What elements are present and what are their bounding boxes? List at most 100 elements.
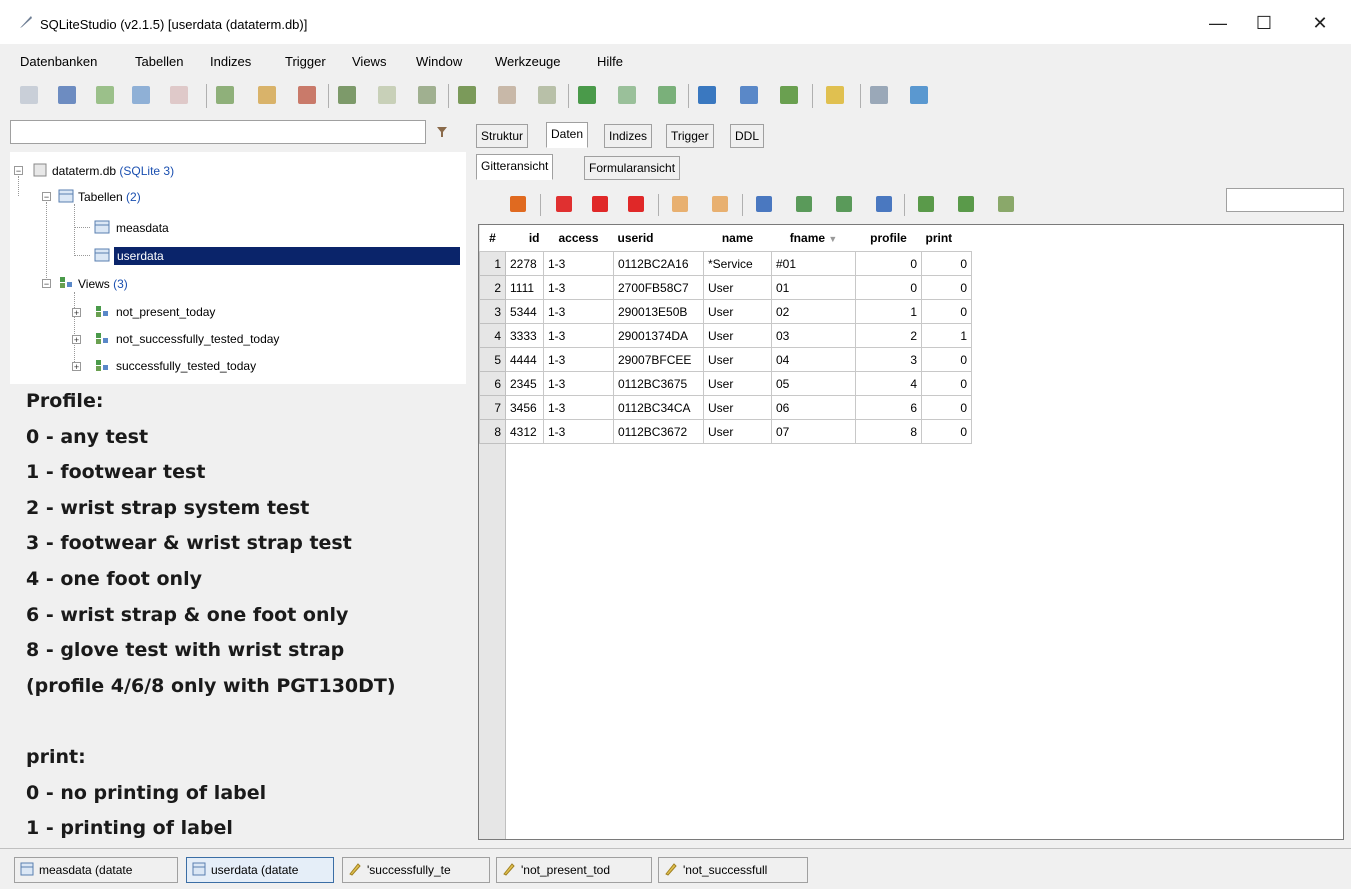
cell-print[interactable]: 0 [921,275,972,300]
cell-name[interactable]: User [703,275,772,300]
cell-fname[interactable]: #01 [771,251,856,276]
cell-name[interactable]: User [703,299,772,324]
modify-table-icon[interactable] [258,86,276,104]
cell-fname[interactable]: 01 [771,275,856,300]
cell-userid[interactable]: 29001374DA [613,323,704,348]
cell-fname[interactable]: 05 [771,371,856,396]
table-row[interactable]: 2 1111 1-3 2700FB58C7 User 01 0 0 [479,275,972,300]
tree-database-node[interactable]: dataterm.db (SQLite 3) [52,164,174,178]
drop-view-icon[interactable] [658,86,676,104]
table-row[interactable]: 5 4444 1-3 29007BFCEE User 04 3 0 [479,347,972,372]
cell-userid[interactable]: 0112BC3672 [613,419,704,444]
column-header-print[interactable]: print [921,225,972,252]
menu-indizes[interactable]: Indizes [210,54,251,69]
tree-view-successfully-tested-today[interactable]: successfully_tested_today [116,359,256,373]
window-list-icon[interactable] [740,86,758,104]
config-icon[interactable] [826,86,844,104]
first-page-icon[interactable] [756,196,772,212]
rollback-icon[interactable] [712,196,728,212]
cell-userid[interactable]: 290013E50B [613,299,704,324]
menu-werkzeuge[interactable]: Werkzeuge [495,54,561,69]
cell-name[interactable]: *Service [703,251,772,276]
cell-print[interactable]: 1 [921,323,972,348]
cell-userid[interactable]: 29007BFCEE [613,347,704,372]
tab-indizes[interactable]: Indizes [604,124,653,148]
cell-print[interactable]: 0 [921,347,972,372]
connect-db-icon[interactable] [20,86,38,104]
task-not-present[interactable]: 'not_present_tod [496,857,652,883]
column-header-name[interactable]: name [703,225,772,252]
filter-clear-icon[interactable] [434,124,450,140]
last-page-icon[interactable] [876,196,892,212]
expand-view-icon[interactable]: + [72,362,81,372]
cell-access[interactable]: 1-3 [543,299,614,324]
tab-ddl[interactable]: DDL [730,124,765,148]
cell-profile[interactable]: 0 [855,275,922,300]
cell-fname[interactable]: 07 [771,419,856,444]
add-row-icon[interactable] [592,196,608,212]
table-row[interactable]: 1 2278 1-3 0112BC2A16 *Service #01 0 0 [479,251,972,276]
cell-id[interactable]: 2278 [505,251,544,276]
cell-id[interactable]: 4444 [505,347,544,372]
expand-view-icon[interactable]: + [72,308,81,318]
tree-filter-input[interactable] [10,120,426,144]
edit-table-icon[interactable] [132,86,150,104]
refresh-icon[interactable] [510,196,526,212]
cell-access[interactable]: 1-3 [543,419,614,444]
cell-print[interactable]: 0 [921,395,972,420]
grid-filter-input[interactable] [1226,188,1344,212]
cell-name[interactable]: User [703,419,772,444]
export-icon[interactable] [780,86,798,104]
table-row[interactable]: 7 3456 1-3 0112BC34CA User 06 6 0 [479,395,972,420]
edit-trigger-icon[interactable] [498,86,516,104]
column-header-rownum[interactable]: # [479,225,506,252]
cell-id[interactable]: 2345 [505,371,544,396]
delete-table-icon[interactable] [170,86,188,104]
cell-userid[interactable]: 2700FB58C7 [613,275,704,300]
edit-view-icon[interactable] [618,86,636,104]
collapse-views-icon[interactable]: − [42,279,51,289]
cell-access[interactable]: 1-3 [543,395,614,420]
cell-name[interactable]: User [703,395,772,420]
cell-print[interactable]: 0 [921,419,972,444]
cell-userid[interactable]: 0112BC3675 [613,371,704,396]
cell-profile[interactable]: 6 [855,395,922,420]
minimize-button[interactable]: — [1195,8,1241,38]
column-header-fname[interactable]: fname ▼ [771,225,856,252]
insert-row-icon[interactable] [556,196,572,212]
tab-gitteransicht[interactable]: Gitteransicht [476,154,554,180]
column-header-userid[interactable]: userid [613,225,704,252]
table-row[interactable]: 4 3333 1-3 29001374DA User 03 2 1 [479,323,972,348]
cell-userid[interactable]: 0112BC34CA [613,395,704,420]
cell-fname[interactable]: 03 [771,323,856,348]
cell-name[interactable]: User [703,347,772,372]
clear-filter-icon[interactable] [958,196,974,212]
new-index-icon[interactable] [338,86,356,104]
previous-page-icon[interactable] [796,196,812,212]
cell-id[interactable]: 4312 [505,419,544,444]
drop-table-icon[interactable] [298,86,316,104]
menu-views[interactable]: Views [352,54,386,69]
tree-tables-node[interactable]: Tabellen (2) [78,190,141,204]
cell-id[interactable]: 1111 [505,275,544,300]
cell-print[interactable]: 0 [921,251,972,276]
cell-fname[interactable]: 04 [771,347,856,372]
menu-datenbanken[interactable]: Datenbanken [20,54,97,69]
tree-table-userdata[interactable]: userdata [114,247,460,265]
cell-fname[interactable]: 06 [771,395,856,420]
column-header-id[interactable]: id [505,225,544,252]
expand-view-icon[interactable]: + [72,335,81,345]
cell-id[interactable]: 3333 [505,323,544,348]
cell-name[interactable]: User [703,371,772,396]
tree-view-not-successfully-tested-today[interactable]: not_successfully_tested_today [116,332,279,346]
cell-profile[interactable]: 8 [855,419,922,444]
tab-daten[interactable]: Daten [546,122,589,148]
add-table-icon[interactable] [216,86,234,104]
pane-splitter[interactable] [466,116,472,844]
column-header-profile[interactable]: profile [855,225,922,252]
cell-id[interactable]: 3456 [505,395,544,420]
cell-print[interactable]: 0 [921,299,972,324]
task-successfully-tested[interactable]: 'successfully_te [342,857,490,883]
cell-profile[interactable]: 0 [855,251,922,276]
cell-print[interactable]: 0 [921,371,972,396]
